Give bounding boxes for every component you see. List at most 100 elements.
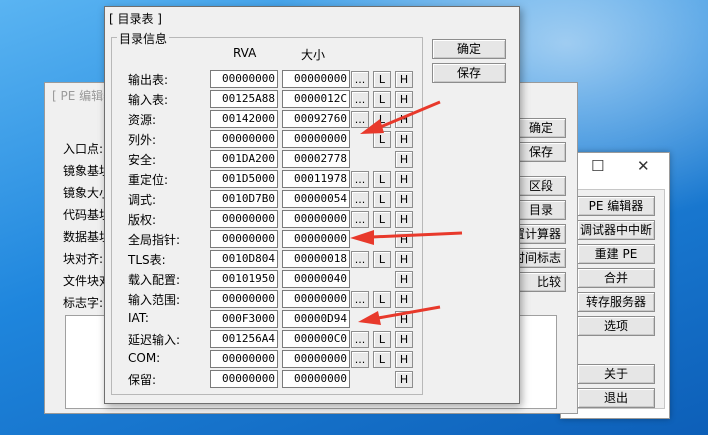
- directory-row-label: 版权:: [128, 213, 157, 227]
- directory-row-label: 资源:: [128, 113, 157, 127]
- directory-row-label: 输入表:: [128, 93, 169, 107]
- size-field[interactable]: 00092760: [282, 110, 350, 128]
- section-align-label: 块对齐:: [63, 252, 104, 266]
- l-button[interactable]: L: [373, 291, 391, 308]
- h-button[interactable]: H: [395, 71, 413, 88]
- rva-field[interactable]: 000F3000: [210, 310, 278, 328]
- directory-row-label: 重定位:: [128, 173, 169, 187]
- h-button[interactable]: H: [395, 371, 413, 388]
- h-button[interactable]: H: [395, 331, 413, 348]
- options-button[interactable]: 选项: [577, 316, 655, 336]
- l-button[interactable]: L: [373, 211, 391, 228]
- size-field[interactable]: 00000018: [282, 250, 350, 268]
- directory-row-label: 输入范围:: [128, 293, 181, 307]
- browse-button[interactable]: ...: [351, 351, 369, 368]
- rva-field[interactable]: 00101950: [210, 270, 278, 288]
- directory-row-label: 保留:: [128, 373, 157, 387]
- size-field[interactable]: 000000C0: [282, 330, 350, 348]
- h-button[interactable]: H: [395, 211, 413, 228]
- l-button[interactable]: L: [373, 131, 391, 148]
- l-button[interactable]: L: [373, 351, 391, 368]
- h-button[interactable]: H: [395, 151, 413, 168]
- rva-field[interactable]: 00000000: [210, 350, 278, 368]
- size-field[interactable]: 00000D94: [282, 310, 350, 328]
- rva-field[interactable]: 00000000: [210, 290, 278, 308]
- rva-field[interactable]: 00125A88: [210, 90, 278, 108]
- rva-field[interactable]: 00000000: [210, 230, 278, 248]
- h-button[interactable]: H: [395, 91, 413, 108]
- rebuild-pe-button[interactable]: 重建 PE: [577, 244, 655, 264]
- browse-button[interactable]: ...: [351, 211, 369, 228]
- size-field[interactable]: 00000000: [282, 210, 350, 228]
- size-field[interactable]: 00000054: [282, 190, 350, 208]
- close-icon[interactable]: ✕: [637, 157, 650, 175]
- directory-row-label: COM:: [128, 351, 161, 365]
- rva-field[interactable]: 0010D7B0: [210, 190, 278, 208]
- browse-button[interactable]: ...: [351, 171, 369, 188]
- dialog-save-button[interactable]: 保存: [432, 63, 506, 83]
- browse-button[interactable]: ...: [351, 291, 369, 308]
- rva-field[interactable]: 00000000: [210, 210, 278, 228]
- h-button[interactable]: H: [395, 251, 413, 268]
- dialog-title: [ 目录表 ]: [109, 12, 162, 26]
- about-button[interactable]: 关于: [577, 364, 655, 384]
- size-field[interactable]: 0000012C: [282, 90, 350, 108]
- directory-row-label: 安全:: [128, 153, 157, 167]
- browse-button[interactable]: ...: [351, 91, 369, 108]
- h-button[interactable]: H: [395, 291, 413, 308]
- merge-button[interactable]: 合并: [577, 268, 655, 288]
- directory-row-label: 延迟输入:: [128, 333, 181, 347]
- break-in-debugger-button[interactable]: 调试器中中断: [577, 220, 655, 240]
- rva-field[interactable]: 0010D804: [210, 250, 278, 268]
- flags-label: 标志字:: [63, 296, 104, 310]
- pe-editor-button[interactable]: PE 编辑器: [577, 196, 655, 216]
- directory-row-label: 调式:: [128, 193, 157, 207]
- l-button[interactable]: L: [373, 111, 391, 128]
- directory-table-dialog: [ 目录表 ] 目录信息 RVA 大小 确定 保存 输出表: 00000000 00…: [104, 6, 520, 404]
- browse-button[interactable]: ...: [351, 111, 369, 128]
- h-button[interactable]: H: [395, 311, 413, 328]
- h-button[interactable]: H: [395, 351, 413, 368]
- rva-field[interactable]: 001DA200: [210, 150, 278, 168]
- size-field[interactable]: 00000000: [282, 230, 350, 248]
- h-button[interactable]: H: [395, 111, 413, 128]
- directory-row-label: 全局指针:: [128, 233, 181, 247]
- rva-field[interactable]: 001D5000: [210, 170, 278, 188]
- browse-button[interactable]: ...: [351, 191, 369, 208]
- size-field[interactable]: 00000000: [282, 290, 350, 308]
- size-field[interactable]: 00000040: [282, 270, 350, 288]
- browse-button[interactable]: ...: [351, 331, 369, 348]
- l-button[interactable]: L: [373, 91, 391, 108]
- directory-row-label: 输出表:: [128, 73, 169, 87]
- l-button[interactable]: L: [373, 251, 391, 268]
- browse-button[interactable]: ...: [351, 71, 369, 88]
- maximize-icon[interactable]: ☐: [591, 157, 604, 175]
- l-button[interactable]: L: [373, 331, 391, 348]
- l-button[interactable]: L: [373, 71, 391, 88]
- h-button[interactable]: H: [395, 171, 413, 188]
- rva-field[interactable]: 00000000: [210, 370, 278, 388]
- size-field[interactable]: 00000000: [282, 70, 350, 88]
- h-button[interactable]: H: [395, 191, 413, 208]
- rva-field[interactable]: 00000000: [210, 70, 278, 88]
- l-button[interactable]: L: [373, 171, 391, 188]
- dump-server-button[interactable]: 转存服务器: [577, 292, 655, 312]
- exit-button[interactable]: 退出: [577, 388, 655, 408]
- directory-row-label: 载入配置:: [128, 273, 181, 287]
- h-button[interactable]: H: [395, 231, 413, 248]
- size-field[interactable]: 00000000: [282, 130, 350, 148]
- rva-field[interactable]: 00142000: [210, 110, 278, 128]
- size-field[interactable]: 00000000: [282, 350, 350, 368]
- dialog-ok-button[interactable]: 确定: [432, 39, 506, 59]
- directory-row-label: IAT:: [128, 311, 149, 325]
- group-title: 目录信息: [117, 30, 170, 47]
- h-button[interactable]: H: [395, 131, 413, 148]
- size-field[interactable]: 00002778: [282, 150, 350, 168]
- rva-field[interactable]: 001256A4: [210, 330, 278, 348]
- size-field[interactable]: 00011978: [282, 170, 350, 188]
- size-field[interactable]: 00000000: [282, 370, 350, 388]
- l-button[interactable]: L: [373, 191, 391, 208]
- h-button[interactable]: H: [395, 271, 413, 288]
- rva-field[interactable]: 00000000: [210, 130, 278, 148]
- browse-button[interactable]: ...: [351, 251, 369, 268]
